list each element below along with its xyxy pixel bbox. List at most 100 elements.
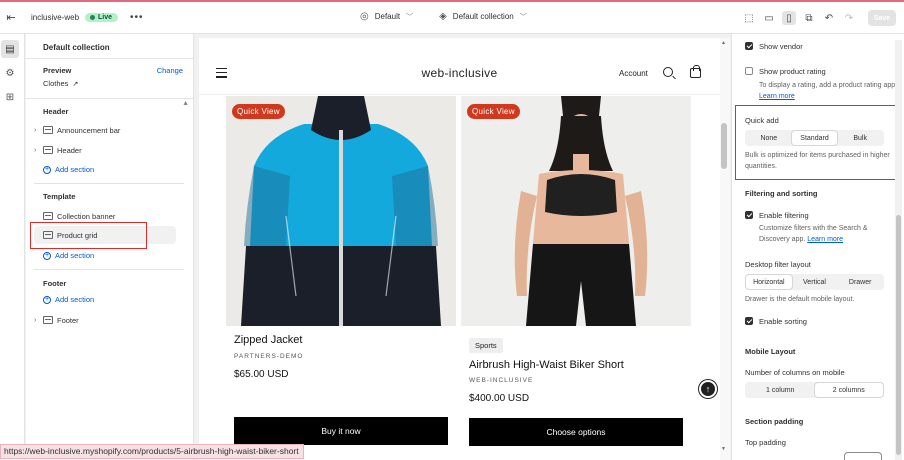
product-image-biker-short[interactable]: Quick View [461, 96, 691, 326]
product-card[interactable]: Quick View Sports Airbrush High-Waist Bi… [461, 96, 691, 460]
external-link-icon[interactable]: ↗ [72, 80, 78, 88]
chevron-right-icon[interactable]: › [34, 127, 43, 134]
apps-icon[interactable]: ⊞ [1, 88, 19, 106]
top-padding-input[interactable] [844, 452, 882, 460]
preview-scroll-thumb[interactable] [721, 123, 727, 169]
plus-circle-icon: + [43, 295, 51, 304]
tag-icon: ◈ [439, 11, 447, 22]
filtering-help-text: Customize filters with the Search & Disc… [759, 223, 899, 245]
annotation-box-quick-add [735, 105, 896, 180]
quick-view-badge[interactable]: Quick View [232, 104, 285, 119]
learn-more-link[interactable]: Learn more [807, 236, 843, 243]
header-group-label: Header [43, 107, 69, 116]
chevron-down-icon: ﹀ [406, 13, 414, 21]
show-rating-label: Show product rating [759, 67, 826, 76]
store-header: web-inclusive Account [199, 38, 720, 95]
checkbox-checked-icon[interactable] [745, 42, 753, 50]
learn-more-link[interactable]: Learn more [759, 93, 795, 100]
section-icon [43, 146, 53, 154]
settings-scroll-thumb[interactable] [896, 215, 901, 455]
product-card[interactable]: Quick View Zipped Jacket PARTNERS-DEMO $… [226, 96, 456, 460]
account-link[interactable]: Account [619, 69, 648, 78]
mobile-columns-label: Number of columns on mobile [745, 368, 845, 377]
scroll-to-top-icon[interactable]: ↑ [699, 380, 717, 398]
settings-gear-icon[interactable]: ⚙ [1, 64, 19, 82]
choose-options-button[interactable]: Choose options [469, 418, 683, 446]
add-section-label: Add section [55, 251, 95, 260]
full-width-icon[interactable]: ⧉ [802, 11, 816, 25]
filter-option-horizontal[interactable]: Horizontal [746, 275, 792, 289]
product-image-jacket[interactable]: Quick View [226, 96, 456, 326]
rating-help-body: To display a rating, add a product ratin… [759, 82, 898, 89]
sidebar-item-label: Collection banner [57, 211, 116, 221]
chevron-right-icon[interactable]: › [34, 317, 43, 324]
storefront-preview: web-inclusive Account Quick View Zipped … [199, 38, 720, 460]
filter-option-drawer[interactable]: Drawer [837, 275, 883, 289]
section-icon [43, 126, 53, 134]
top-padding-label: Top padding [745, 438, 786, 447]
redo-icon[interactable]: ↷ [842, 11, 856, 25]
mobile-view-icon[interactable]: ▯ [782, 11, 796, 25]
product-price: $400.00 USD [469, 393, 530, 404]
add-section-footer[interactable]: + Add section [43, 295, 94, 304]
product-title[interactable]: Airbrush High-Waist Biker Short [469, 359, 624, 371]
mobile-option-1-column[interactable]: 1 column [746, 383, 815, 397]
settings-scrollbar[interactable] [895, 40, 902, 460]
desktop-view-icon[interactable]: ▭ [762, 11, 776, 25]
scroll-up-icon[interactable]: ▲ [721, 40, 726, 46]
editor-topbar: ⇤ inclusive-web Live ••• ◎ Default ﹀ ◈ D… [0, 0, 904, 34]
sections-icon[interactable]: ▤ [1, 40, 19, 58]
template-select[interactable]: ◈ Default collection ﹀ [439, 11, 527, 22]
drawer-description: Drawer is the default mobile layout. [745, 296, 855, 303]
topbar-selectors: ◎ Default ﹀ ◈ Default collection ﹀ [360, 11, 527, 22]
sidebar-item-header[interactable]: › Header [34, 141, 176, 159]
enable-sorting-setting[interactable]: Enable sorting [745, 317, 807, 326]
collapse-up-icon[interactable]: ▲ [182, 100, 189, 107]
product-title[interactable]: Zipped Jacket [234, 334, 302, 346]
annotation-box-product-grid [30, 222, 147, 249]
checkbox-checked-icon[interactable] [745, 211, 753, 219]
sidebar-item-announcement-bar[interactable]: › Announcement bar [34, 121, 176, 139]
divider [34, 269, 184, 270]
enable-filtering-label: Enable filtering [759, 211, 809, 220]
preview-scrollbar[interactable]: ▲ ▼ [720, 38, 730, 460]
enable-filtering-setting[interactable]: Enable filtering [745, 211, 809, 220]
theme-select-label: Default [374, 12, 401, 21]
globe-icon: ◎ [360, 11, 369, 22]
sidebar-item-footer[interactable]: › Footer [34, 311, 176, 329]
search-icon[interactable] [663, 67, 673, 77]
live-badge: Live [85, 13, 119, 22]
undo-icon[interactable]: ↶ [822, 11, 836, 25]
template-group-label: Template [43, 192, 76, 201]
model-photo [461, 96, 691, 326]
mobile-option-2-columns[interactable]: 2 columns [814, 383, 883, 397]
change-preview-link[interactable]: Change [157, 66, 183, 75]
product-vendor: WEB-INCLUSIVE [469, 377, 534, 384]
show-vendor-setting[interactable]: Show vendor [745, 42, 803, 51]
filtering-heading: Filtering and sorting [745, 189, 818, 198]
add-section-template[interactable]: + Add section [43, 251, 94, 260]
section-padding-heading: Section padding [745, 417, 804, 426]
scroll-down-icon[interactable]: ▼ [721, 446, 726, 452]
exit-icon[interactable]: ⇤ [1, 11, 21, 24]
checkbox-unchecked-icon[interactable] [745, 67, 753, 75]
add-section-header[interactable]: + Add section [43, 165, 94, 174]
checkbox-checked-icon[interactable] [745, 317, 753, 325]
mobile-columns-segmented: 1 column 2 columns [745, 382, 884, 398]
inspector-icon[interactable]: ⬚ [742, 11, 756, 25]
theme-select[interactable]: ◎ Default ﹀ [360, 11, 413, 22]
chevron-right-icon[interactable]: › [34, 147, 43, 154]
filter-option-vertical[interactable]: Vertical [792, 275, 838, 289]
product-tag: Sports [469, 338, 503, 353]
product-price: $65.00 USD [234, 369, 289, 380]
sidebar-item-label: Header [57, 145, 82, 155]
quick-view-badge[interactable]: Quick View [467, 104, 520, 119]
show-rating-setting[interactable]: Show product rating [745, 67, 826, 76]
show-vendor-label: Show vendor [759, 42, 803, 51]
cart-icon[interactable] [690, 65, 701, 78]
more-actions-icon[interactable]: ••• [130, 12, 144, 23]
footer-group-label: Footer [43, 279, 67, 288]
preview-value: Clothes ↗ [43, 79, 78, 88]
save-button[interactable]: Save [868, 10, 896, 26]
buy-it-now-button[interactable]: Buy it now [234, 417, 448, 445]
